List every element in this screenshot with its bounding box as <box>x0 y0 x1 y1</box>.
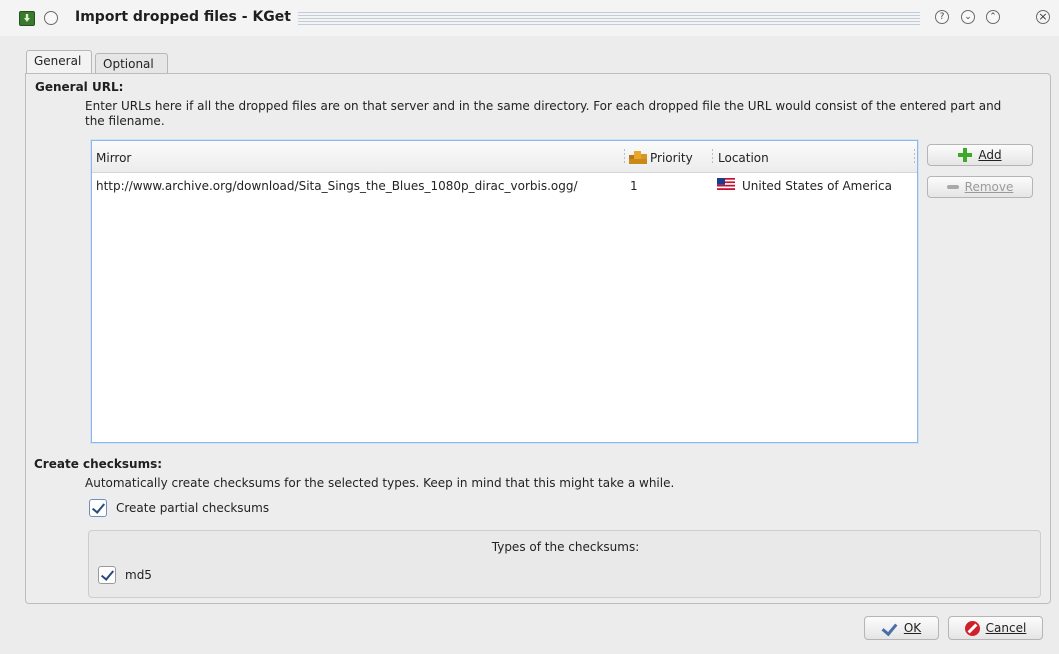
checksums-description: Automatically create checksums for the s… <box>85 476 675 490</box>
tab-optional[interactable]: Optional <box>95 53 168 74</box>
checksum-types-title: Types of the checksums: <box>491 540 640 554</box>
column-separator[interactable] <box>712 149 713 165</box>
help-icon[interactable]: ? <box>935 10 949 24</box>
mirror-table[interactable]: Mirror Priority Location http://www.arch… <box>91 140 918 443</box>
priority-icon <box>629 151 647 164</box>
md5-label[interactable]: md5 <box>125 568 152 582</box>
kget-app-icon[interactable] <box>19 11 35 26</box>
tab-optional-label: Optional <box>103 57 154 71</box>
tab-general[interactable]: General <box>26 50 92 75</box>
mirror-table-header: Mirror Priority Location <box>92 141 917 173</box>
column-header-mirror[interactable]: Mirror <box>96 151 131 165</box>
title-bar[interactable]: Import dropped files - KGet ? ⌄ ⌃ × <box>0 0 1059 36</box>
us-flag-icon <box>717 178 735 190</box>
checksum-types-group: Types of the checksums: <box>88 530 1041 598</box>
general-url-description-line2: the filename. <box>85 114 165 128</box>
maximize-icon[interactable]: ⌃ <box>986 10 1000 24</box>
close-icon[interactable]: × <box>1036 10 1050 24</box>
column-header-priority[interactable]: Priority <box>650 151 693 165</box>
titlebar-decoration <box>298 12 920 26</box>
dialog-window: Import dropped files - KGet ? ⌄ ⌃ × Gene… <box>0 0 1059 654</box>
tab-general-label: General <box>34 54 82 68</box>
minimize-icon[interactable]: ⌄ <box>961 10 975 24</box>
general-url-heading: General URL: <box>35 80 124 94</box>
checkmark-icon <box>882 622 898 634</box>
table-row[interactable]: http://www.archive.org/download/Sita_Sin… <box>92 174 917 196</box>
md5-checkbox[interactable] <box>98 566 116 584</box>
column-header-location[interactable]: Location <box>718 151 769 165</box>
checksums-heading: Create checksums: <box>34 457 163 471</box>
ok-button[interactable]: OK <box>864 616 939 640</box>
priority-cell[interactable]: 1 <box>630 179 638 193</box>
window-menu-icon[interactable] <box>44 11 58 25</box>
ok-button-label: OK <box>903 621 922 635</box>
plus-icon <box>958 148 973 162</box>
location-cell[interactable]: United States of America <box>742 179 892 193</box>
column-separator[interactable] <box>914 149 915 165</box>
window-title: Import dropped files - KGet <box>75 9 291 25</box>
cancel-button-label: Cancel <box>985 621 1027 635</box>
remove-button-label: Remove <box>964 180 1014 194</box>
partial-checksums-label[interactable]: Create partial checksums <box>116 501 269 515</box>
add-button-label: Add <box>978 148 1002 162</box>
add-button[interactable]: Add <box>927 144 1033 166</box>
partial-checksums-checkbox[interactable] <box>89 499 107 517</box>
minus-icon <box>946 185 959 189</box>
remove-button[interactable]: Remove <box>927 176 1033 198</box>
column-separator[interactable] <box>624 149 625 165</box>
general-url-description-line1: Enter URLs here if all the dropped files… <box>85 99 1002 113</box>
mirror-url-cell[interactable]: http://www.archive.org/download/Sita_Sin… <box>96 179 578 193</box>
cancel-icon <box>964 620 980 636</box>
cancel-button[interactable]: Cancel <box>948 616 1043 640</box>
